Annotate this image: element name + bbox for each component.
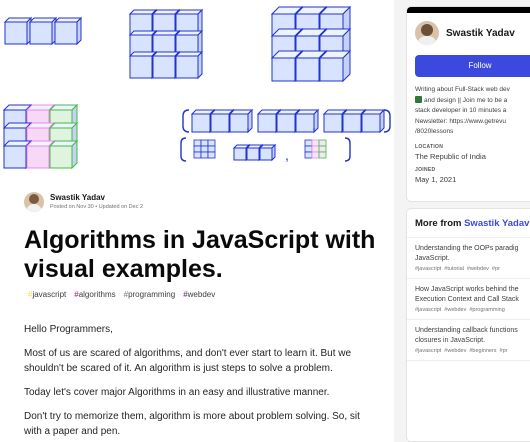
article-title: Algorithms in JavaScript with visual exa… (24, 226, 376, 283)
more-post-item[interactable]: Understanding the OOPs paradig JavaScrip… (407, 238, 530, 279)
comma-separator: , (246, 117, 250, 133)
more-from-heading: More from Swastik Yadav (407, 209, 530, 238)
more-from-author-link[interactable]: Swastik Yadav (464, 218, 529, 229)
tag-javascript[interactable]: #javascript (28, 290, 66, 299)
array-diagram: ,,, (180, 108, 391, 163)
newsletter-link[interactable]: Newsletter: https://www.getrevu (415, 117, 530, 128)
author-bio: Writing about Full-Stack web dev and des… (415, 85, 530, 138)
cube-block-highlight (2, 103, 79, 170)
more-post-item[interactable]: Understanding callback functions closure… (407, 320, 530, 361)
article-body: Hello Programmers, Most of us are scared… (24, 322, 374, 442)
cube-block-2x3 (128, 8, 204, 80)
more-from-card: More from Swastik Yadav Understanding th… (406, 208, 530, 442)
comma-separator: , (312, 117, 316, 133)
paragraph: Today let's cover major Algorithms in an… (24, 387, 330, 398)
sidebar-author-name[interactable]: Swastik Yadav (446, 28, 515, 39)
location-field: LOCATION The Republic of India (415, 143, 486, 161)
tag-algorithms[interactable]: #algorithms (74, 290, 115, 299)
paragraph: Hello Programmers, (24, 324, 113, 335)
paragraph: Don't try to memorize them, algorithm is… (24, 411, 360, 437)
author-avatar[interactable] (24, 192, 44, 212)
article-card: ,,, Swastik Yadav Posted on Nov 30 • Upd… (0, 0, 394, 442)
author-row: Swastik Yadav Posted on Nov 30 • Updated… (24, 192, 143, 212)
follow-button[interactable]: Follow (415, 55, 530, 77)
joined-field: JOINED May 1, 2021 (415, 166, 457, 184)
post-date: Posted on Nov 30 • Updated on Dec 2 (50, 204, 144, 210)
more-post-item[interactable]: How JavaScript works behind the Executio… (407, 279, 530, 320)
cube-block-3x3x3 (270, 5, 352, 83)
newsletter-link[interactable]: /8020lessons (415, 127, 530, 138)
author-sidebar-card: Swastik Yadav Follow Writing about Full-… (406, 6, 530, 202)
github-icon (415, 95, 422, 103)
sidebar-avatar[interactable] (415, 21, 439, 45)
cover-image: ,,, (2, 5, 391, 170)
tag-list: #javascript #algorithms #programming #we… (28, 290, 215, 299)
author-name[interactable]: Swastik Yadav (50, 193, 143, 203)
cube-row-top-left (3, 16, 83, 46)
tag-programming[interactable]: #programming (124, 290, 176, 299)
tag-webdev[interactable]: #webdev (183, 290, 215, 299)
sidebar-user[interactable]: Swastik Yadav (407, 13, 530, 45)
comma-separator: , (285, 147, 289, 163)
paragraph: Most of us are scared of algorithms, and… (24, 348, 352, 374)
